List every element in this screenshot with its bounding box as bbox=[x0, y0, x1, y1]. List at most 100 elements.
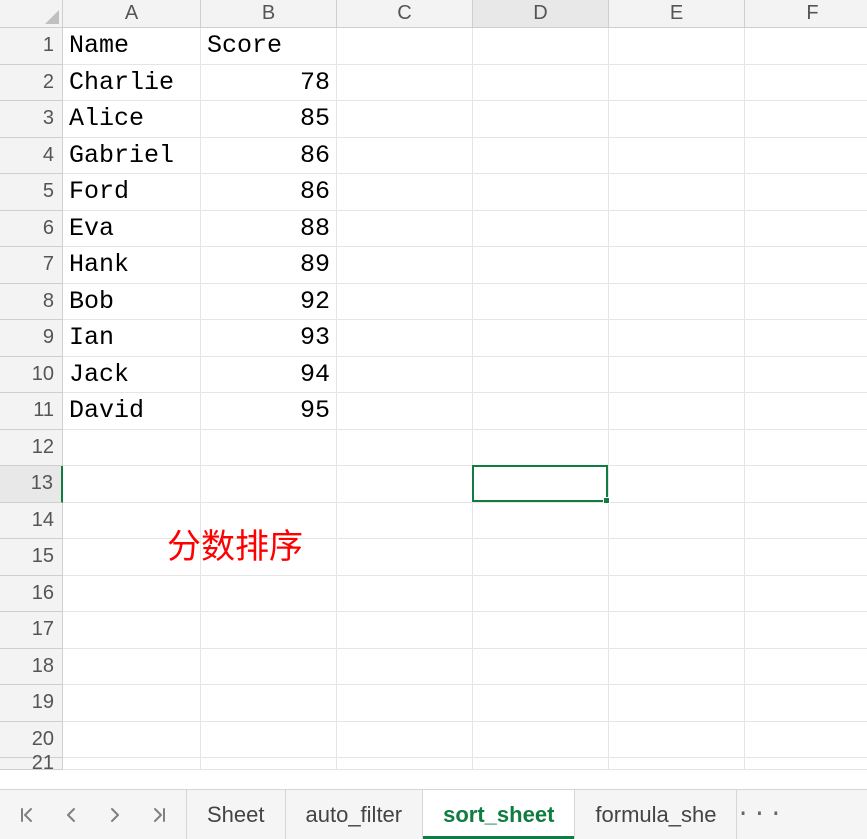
cell-B3[interactable]: 85 bbox=[201, 101, 337, 138]
cell-F18[interactable] bbox=[745, 649, 867, 686]
cell-F19[interactable] bbox=[745, 685, 867, 722]
cell-F6[interactable] bbox=[745, 211, 867, 248]
cell-E11[interactable] bbox=[609, 393, 745, 430]
cell-D16[interactable] bbox=[473, 576, 609, 613]
cell-A17[interactable] bbox=[63, 612, 201, 649]
cell-E15[interactable] bbox=[609, 539, 745, 576]
cell-F14[interactable] bbox=[745, 503, 867, 540]
cell-E8[interactable] bbox=[609, 284, 745, 321]
cell-D11[interactable] bbox=[473, 393, 609, 430]
cell-D3[interactable] bbox=[473, 101, 609, 138]
row-header-13[interactable]: 13 bbox=[0, 466, 63, 503]
cell-F13[interactable] bbox=[745, 466, 867, 503]
cell-E3[interactable] bbox=[609, 101, 745, 138]
cell-B20[interactable] bbox=[201, 722, 337, 759]
cell-E7[interactable] bbox=[609, 247, 745, 284]
cell-B19[interactable] bbox=[201, 685, 337, 722]
cell-E17[interactable] bbox=[609, 612, 745, 649]
row-header-10[interactable]: 10 bbox=[0, 357, 63, 394]
cell-D8[interactable] bbox=[473, 284, 609, 321]
cell-A3[interactable]: Alice bbox=[63, 101, 201, 138]
cell-B9[interactable]: 93 bbox=[201, 320, 337, 357]
cell-B10[interactable]: 94 bbox=[201, 357, 337, 394]
cell-F3[interactable] bbox=[745, 101, 867, 138]
cell-F5[interactable] bbox=[745, 174, 867, 211]
cell-E13[interactable] bbox=[609, 466, 745, 503]
cell-F10[interactable] bbox=[745, 357, 867, 394]
cell-D21[interactable] bbox=[473, 758, 609, 770]
cell-F16[interactable] bbox=[745, 576, 867, 613]
row-header-1[interactable]: 1 bbox=[0, 28, 63, 65]
cell-E16[interactable] bbox=[609, 576, 745, 613]
cell-C11[interactable] bbox=[337, 393, 473, 430]
cell-C6[interactable] bbox=[337, 211, 473, 248]
row-header-17[interactable]: 17 bbox=[0, 612, 63, 649]
cell-A18[interactable] bbox=[63, 649, 201, 686]
cell-E10[interactable] bbox=[609, 357, 745, 394]
cell-F15[interactable] bbox=[745, 539, 867, 576]
sheet-tab-sort-sheet[interactable]: sort_sheet bbox=[423, 790, 575, 839]
cell-D9[interactable] bbox=[473, 320, 609, 357]
row-header-2[interactable]: 2 bbox=[0, 65, 63, 102]
cell-E6[interactable] bbox=[609, 211, 745, 248]
cell-C10[interactable] bbox=[337, 357, 473, 394]
more-tabs-button[interactable]: ··· bbox=[737, 790, 783, 839]
cell-B13[interactable] bbox=[201, 466, 337, 503]
cell-A20[interactable] bbox=[63, 722, 201, 759]
cell-E19[interactable] bbox=[609, 685, 745, 722]
cell-C17[interactable] bbox=[337, 612, 473, 649]
cell-E1[interactable] bbox=[609, 28, 745, 65]
cell-D20[interactable] bbox=[473, 722, 609, 759]
cell-B16[interactable] bbox=[201, 576, 337, 613]
row-header-3[interactable]: 3 bbox=[0, 101, 63, 138]
cell-B5[interactable]: 86 bbox=[201, 174, 337, 211]
column-header-C[interactable]: C bbox=[337, 0, 473, 28]
cell-E5[interactable] bbox=[609, 174, 745, 211]
cell-D2[interactable] bbox=[473, 65, 609, 102]
sheet-tab-sheet[interactable]: Sheet bbox=[186, 790, 286, 839]
row-header-21[interactable]: 21 bbox=[0, 758, 63, 770]
cell-D15[interactable] bbox=[473, 539, 609, 576]
column-header-A[interactable]: A bbox=[63, 0, 201, 28]
cell-C21[interactable] bbox=[337, 758, 473, 770]
cell-F8[interactable] bbox=[745, 284, 867, 321]
row-header-19[interactable]: 19 bbox=[0, 685, 63, 722]
row-header-5[interactable]: 5 bbox=[0, 174, 63, 211]
cell-F7[interactable] bbox=[745, 247, 867, 284]
cell-D10[interactable] bbox=[473, 357, 609, 394]
cell-A2[interactable]: Charlie bbox=[63, 65, 201, 102]
cell-B2[interactable]: 78 bbox=[201, 65, 337, 102]
cell-D6[interactable] bbox=[473, 211, 609, 248]
cell-B11[interactable]: 95 bbox=[201, 393, 337, 430]
cell-A11[interactable]: David bbox=[63, 393, 201, 430]
cell-B17[interactable] bbox=[201, 612, 337, 649]
cell-E21[interactable] bbox=[609, 758, 745, 770]
column-header-E[interactable]: E bbox=[609, 0, 745, 28]
cell-A5[interactable]: Ford bbox=[63, 174, 201, 211]
row-header-6[interactable]: 6 bbox=[0, 211, 63, 248]
cell-A6[interactable]: Eva bbox=[63, 211, 201, 248]
cell-E12[interactable] bbox=[609, 430, 745, 467]
cell-C12[interactable] bbox=[337, 430, 473, 467]
cell-A8[interactable]: Bob bbox=[63, 284, 201, 321]
cell-A12[interactable] bbox=[63, 430, 201, 467]
cell-C18[interactable] bbox=[337, 649, 473, 686]
cell-D18[interactable] bbox=[473, 649, 609, 686]
row-header-9[interactable]: 9 bbox=[0, 320, 63, 357]
cell-E20[interactable] bbox=[609, 722, 745, 759]
column-header-F[interactable]: F bbox=[745, 0, 867, 28]
first-sheet-button[interactable] bbox=[16, 804, 38, 826]
cell-D7[interactable] bbox=[473, 247, 609, 284]
row-header-11[interactable]: 11 bbox=[0, 393, 63, 430]
cell-E2[interactable] bbox=[609, 65, 745, 102]
cell-A19[interactable] bbox=[63, 685, 201, 722]
cell-E9[interactable] bbox=[609, 320, 745, 357]
cell-D1[interactable] bbox=[473, 28, 609, 65]
cell-E14[interactable] bbox=[609, 503, 745, 540]
prev-sheet-button[interactable] bbox=[60, 804, 82, 826]
column-header-B[interactable]: B bbox=[201, 0, 337, 28]
select-all-corner[interactable] bbox=[0, 0, 63, 28]
sheet-tab-formula-she[interactable]: formula_she bbox=[575, 790, 737, 839]
cell-D4[interactable] bbox=[473, 138, 609, 175]
cell-E18[interactable] bbox=[609, 649, 745, 686]
